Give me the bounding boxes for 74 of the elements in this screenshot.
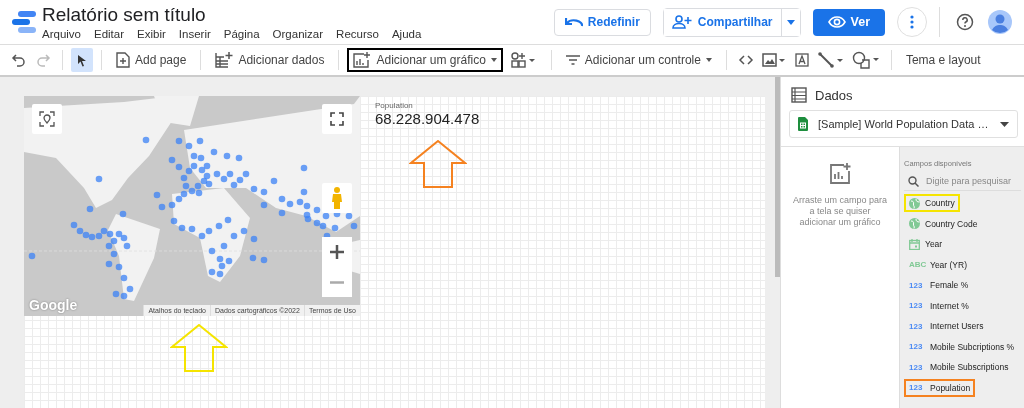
menu-item[interactable]: Arquivo [42, 28, 81, 40]
add-person-icon [671, 15, 692, 29]
caret-icon [786, 19, 795, 25]
globe-icon [909, 197, 920, 209]
help-icon[interactable] [956, 13, 974, 31]
menu-item[interactable]: Exibir [137, 28, 166, 40]
plus-icon [330, 245, 344, 259]
panel-title: Dados [815, 87, 853, 103]
add-chart-icon [829, 163, 851, 185]
field-item[interactable]: Country [904, 194, 960, 212]
pointer-icon [77, 53, 87, 67]
menu-item[interactable]: Inserir [178, 28, 211, 40]
data-source-dropdown[interactable]: [Sample] World Population Data … [789, 110, 1018, 138]
scrollbar[interactable] [775, 77, 780, 277]
add-data-icon [215, 52, 234, 68]
field-item[interactable]: 123 Population [904, 378, 976, 397]
field-item[interactable]: ABC Year (YR) [904, 255, 972, 274]
field-item[interactable]: 123 Mobile Subcriptions % [904, 337, 1020, 356]
minus-icon [330, 280, 344, 284]
caret-icon [490, 58, 497, 62]
image-icon[interactable] [761, 52, 786, 68]
type-icon: 123 [909, 362, 925, 372]
globe-icon [909, 218, 920, 229]
shape-icon[interactable] [851, 51, 880, 69]
undo-icon [564, 17, 583, 27]
spreadsheet-icon [798, 117, 808, 131]
fullscreen-icon [330, 112, 344, 126]
caret-icon [1000, 121, 1009, 127]
location-icon [39, 111, 55, 127]
eye-icon [827, 16, 846, 28]
reset-button[interactable]: Redefinir [553, 8, 651, 36]
undo-icon[interactable] [11, 52, 27, 68]
type-icon: ABC [909, 260, 925, 269]
drop-hint: Arraste um campo para a tela se quiser adicionar um gráfico [792, 195, 888, 228]
field-item[interactable]: 123 Internet Users [904, 317, 989, 335]
scorecard-label: Population [375, 101, 414, 110]
view-button[interactable]: Ver [812, 8, 885, 36]
line-icon[interactable] [817, 52, 844, 68]
type-icon: 123 [909, 301, 925, 310]
type-icon: 123 [909, 342, 925, 351]
share-button[interactable]: Compartilhar [663, 8, 782, 36]
fullscreen-button[interactable] [322, 104, 352, 134]
select-tool-button[interactable] [71, 48, 93, 72]
field-item[interactable]: Year [904, 235, 948, 253]
table-icon [791, 87, 807, 103]
report-title[interactable]: Relatório sem título [42, 4, 422, 26]
filter-icon [565, 55, 580, 65]
add-page-icon [116, 52, 130, 68]
logo-icon [10, 9, 38, 35]
field-item[interactable]: 123 Female % [904, 276, 974, 294]
field-search[interactable]: Digite para pesquisar [904, 172, 1021, 191]
field-item[interactable]: 123 Internet % [904, 296, 974, 315]
recenter-button[interactable] [32, 104, 62, 134]
add-chart-icon [353, 52, 372, 68]
menu-item[interactable]: Recurso [336, 28, 379, 40]
components-icon [510, 52, 537, 68]
text-box-icon[interactable] [793, 52, 810, 68]
more-icon [910, 15, 914, 29]
search-icon [908, 175, 919, 187]
menu-item[interactable]: Editar [94, 28, 125, 40]
menu-item[interactable]: Página [223, 28, 260, 40]
pegman-icon [331, 186, 343, 210]
caret-icon [705, 58, 712, 62]
field-item[interactable]: 123 Mobile Subscriptions [904, 358, 1014, 376]
menu-item[interactable]: Ajuda [391, 28, 422, 40]
scorecard-value: 68.228.904.478 [375, 110, 480, 127]
add-chart-button[interactable]: Adicionar um gráfico [347, 48, 503, 72]
menu-item[interactable]: Organizar [272, 28, 324, 40]
avatar-icon[interactable] [988, 10, 1012, 34]
field-item[interactable]: Country Code [904, 214, 983, 233]
type-icon: 123 [909, 280, 925, 290]
calendar-icon [909, 238, 920, 250]
type-icon: 123 [909, 383, 925, 392]
type-icon: 123 [909, 321, 925, 331]
